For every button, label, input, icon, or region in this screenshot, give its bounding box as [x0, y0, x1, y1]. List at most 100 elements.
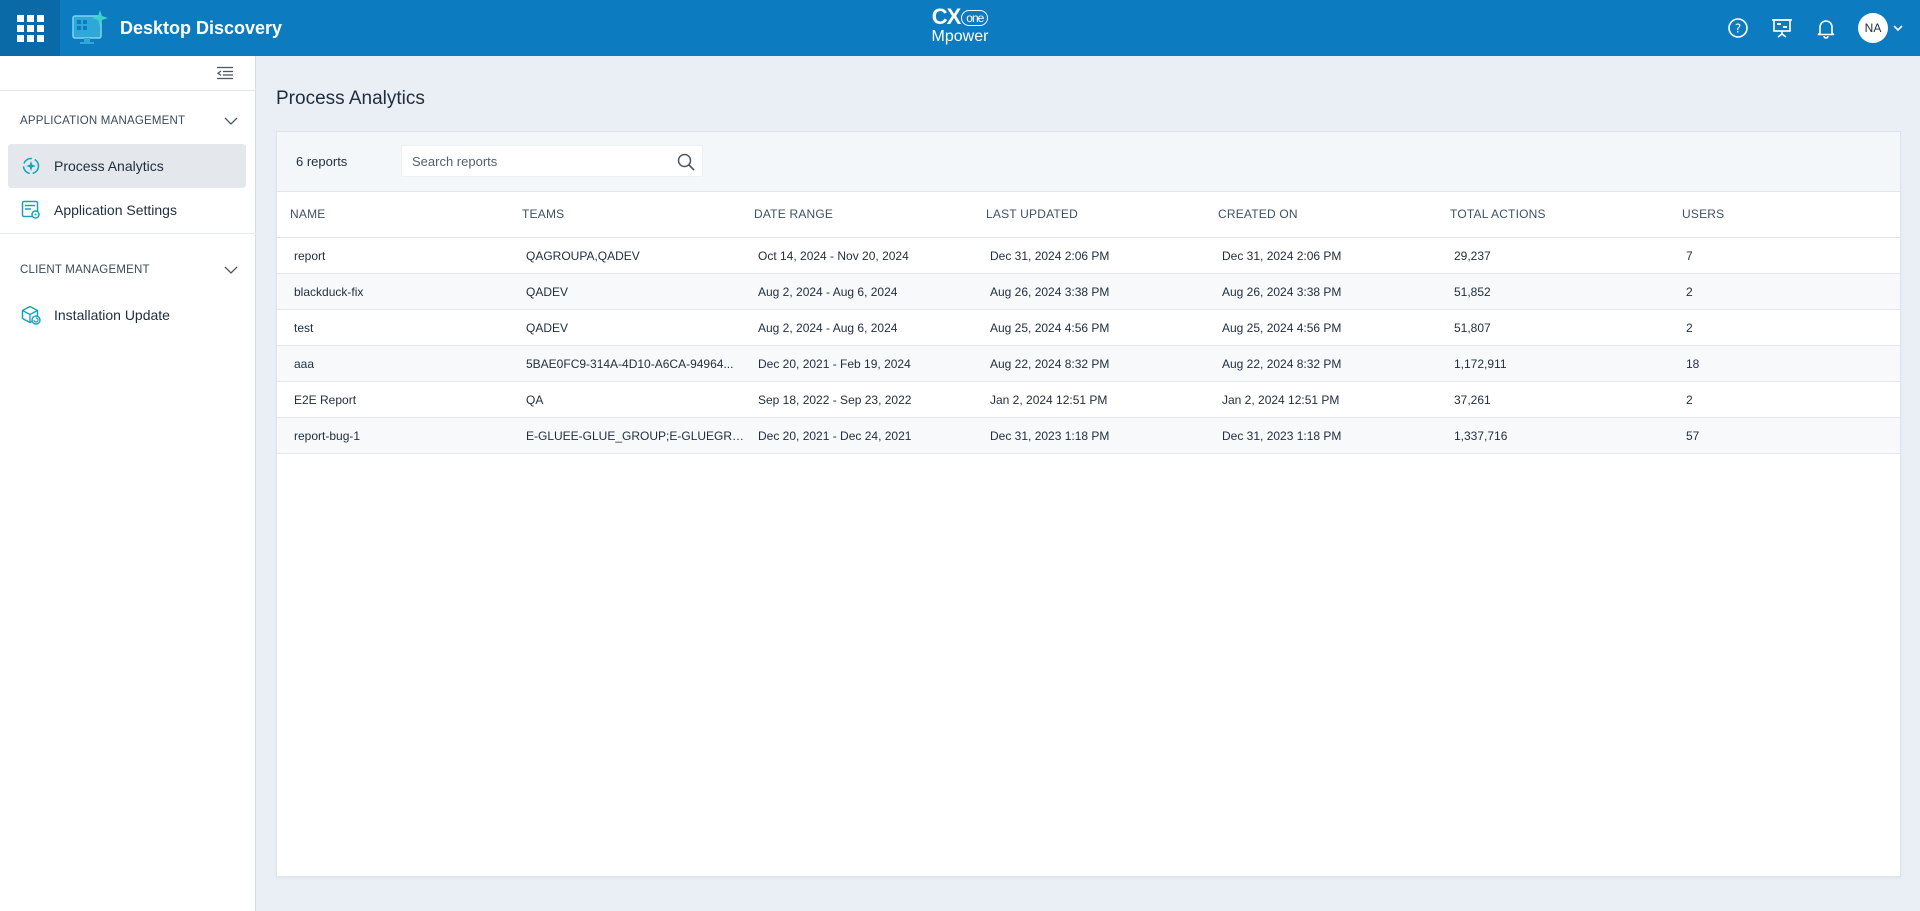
column-header-teams[interactable]: TEAMS — [522, 207, 564, 221]
presentation-button[interactable] — [1770, 16, 1794, 40]
reports-card: 6 reports NAME TEAMS DATE RANGE LAST UPD… — [276, 131, 1901, 877]
svg-text:?: ? — [1735, 22, 1741, 36]
cell-teams: QA — [526, 393, 544, 407]
sidebar: APPLICATION MANAGEMENT Process Analytics… — [0, 56, 256, 911]
app-launcher-button[interactable] — [0, 0, 60, 56]
table-row[interactable]: report-bug-1 E-GLUEE-GLUE_GROUP;E-GLUEGR… — [277, 418, 1900, 454]
column-header-name[interactable]: NAME — [290, 207, 325, 221]
cell-created-on: Aug 25, 2024 4:56 PM — [1222, 321, 1342, 335]
brand: Desktop Discovery — [70, 8, 282, 48]
cell-name: report-bug-1 — [294, 429, 361, 443]
table-row[interactable]: E2E Report QA Sep 18, 2022 - Sep 23, 202… — [277, 382, 1900, 418]
section-client-management[interactable]: CLIENT MANAGEMENT — [20, 260, 238, 280]
logo-mpower-text: Mpower — [931, 28, 989, 45]
process-analytics-icon — [20, 155, 42, 177]
column-header-date-range[interactable]: DATE RANGE — [754, 207, 833, 221]
cell-created-on: Jan 2, 2024 12:51 PM — [1222, 393, 1340, 407]
reports-toolbar: 6 reports — [277, 132, 1900, 192]
cell-date-range: Sep 18, 2022 - Sep 23, 2022 — [758, 393, 912, 407]
cell-name: report — [294, 249, 326, 263]
section-application-management[interactable]: APPLICATION MANAGEMENT — [20, 111, 238, 131]
logo-cx-text: CX — [931, 4, 962, 29]
cell-users: 7 — [1686, 249, 1693, 263]
collapse-menu-icon — [216, 66, 233, 80]
collapse-sidebar-button[interactable] — [214, 63, 236, 83]
column-header-last-updated[interactable]: LAST UPDATED — [986, 207, 1078, 221]
help-button[interactable]: ? — [1726, 16, 1750, 40]
cell-users: 2 — [1686, 285, 1693, 299]
table-row[interactable]: aaa 5BAE0FC9-314A-4D10-A6CA-94964... Dec… — [277, 346, 1900, 382]
table-body: report QAGROUPA,QADEV Oct 14, 2024 - Nov… — [277, 238, 1900, 454]
chevron-down-icon — [1893, 25, 1903, 32]
cell-date-range: Dec 20, 2021 - Feb 19, 2024 — [758, 357, 911, 371]
cell-total-actions: 29,237 — [1454, 249, 1491, 263]
cxone-mpower-logo: CX one Mpower — [923, 6, 997, 50]
cell-last-updated: Aug 25, 2024 4:56 PM — [990, 321, 1110, 335]
sidebar-item-process-analytics[interactable]: Process Analytics — [8, 144, 246, 188]
desktop-discovery-logo-icon — [72, 10, 108, 44]
cell-last-updated: Aug 22, 2024 8:32 PM — [990, 357, 1110, 371]
cell-date-range: Dec 20, 2021 - Dec 24, 2021 — [758, 429, 912, 443]
cell-users: 57 — [1686, 429, 1700, 443]
sidebar-divider — [0, 90, 256, 91]
chevron-down-icon — [224, 266, 238, 274]
search-box — [401, 145, 703, 177]
avatar: NA — [1858, 13, 1888, 43]
bell-icon — [1817, 20, 1835, 39]
cell-last-updated: Aug 26, 2024 3:38 PM — [990, 285, 1110, 299]
application-settings-icon — [20, 199, 42, 221]
sidebar-item-application-settings[interactable]: Application Settings — [8, 188, 246, 232]
section-title: APPLICATION MANAGEMENT — [20, 115, 186, 127]
cell-created-on: Aug 26, 2024 3:38 PM — [1222, 285, 1342, 299]
sidebar-item-installation-update[interactable]: Installation Update — [8, 293, 246, 337]
table-row[interactable]: test QADEV Aug 2, 2024 - Aug 6, 2024 Aug… — [277, 310, 1900, 346]
presentation-icon — [1772, 19, 1792, 38]
sidebar-item-label: Installation Update — [54, 307, 170, 323]
cell-last-updated: Dec 31, 2024 2:06 PM — [990, 249, 1110, 263]
cell-date-range: Aug 2, 2024 - Aug 6, 2024 — [758, 285, 898, 299]
cell-users: 2 — [1686, 393, 1693, 407]
cell-last-updated: Dec 31, 2023 1:18 PM — [990, 429, 1110, 443]
cell-last-updated: Jan 2, 2024 12:51 PM — [990, 393, 1108, 407]
section-title: CLIENT MANAGEMENT — [20, 264, 150, 276]
report-count: 6 reports — [296, 154, 348, 169]
grid-icon — [16, 14, 44, 42]
cell-users: 18 — [1686, 357, 1700, 371]
cell-teams: E-GLUEE-GLUE_GROUP;E-GLUEGRO... — [526, 429, 746, 443]
cell-teams: QAGROUPA,QADEV — [526, 249, 640, 263]
notifications-button[interactable] — [1814, 16, 1838, 40]
column-header-users[interactable]: USERS — [1682, 207, 1724, 221]
top-header: Desktop Discovery CX one Mpower ? NA — [0, 0, 1920, 56]
cell-total-actions: 51,807 — [1454, 321, 1491, 335]
cell-users: 2 — [1686, 321, 1693, 335]
cell-created-on: Dec 31, 2023 1:18 PM — [1222, 429, 1342, 443]
column-header-created-on[interactable]: CREATED ON — [1218, 207, 1298, 221]
table-row[interactable]: report QAGROUPA,QADEV Oct 14, 2024 - Nov… — [277, 238, 1900, 274]
user-menu-button[interactable]: NA — [1858, 13, 1904, 43]
cell-total-actions: 51,852 — [1454, 285, 1491, 299]
chevron-down-icon — [224, 117, 238, 125]
cell-name: aaa — [294, 357, 315, 371]
cell-created-on: Dec 31, 2024 2:06 PM — [1222, 249, 1342, 263]
app-title: Desktop Discovery — [120, 17, 283, 38]
sidebar-divider — [0, 233, 256, 234]
cell-total-actions: 37,261 — [1454, 393, 1491, 407]
cell-created-on: Aug 22, 2024 8:32 PM — [1222, 357, 1342, 371]
header-actions: ? NA — [1726, 0, 1904, 56]
search-icon[interactable] — [676, 152, 696, 172]
column-header-total-actions[interactable]: TOTAL ACTIONS — [1450, 207, 1546, 221]
cell-name: blackduck-fix — [294, 285, 364, 299]
cell-name: test — [294, 321, 314, 335]
cell-name: E2E Report — [294, 393, 357, 407]
cell-date-range: Aug 2, 2024 - Aug 6, 2024 — [758, 321, 898, 335]
cell-teams: QADEV — [526, 285, 569, 299]
table-row[interactable]: blackduck-fix QADEV Aug 2, 2024 - Aug 6,… — [277, 274, 1900, 310]
cell-total-actions: 1,337,716 — [1454, 429, 1508, 443]
sidebar-item-label: Application Settings — [54, 202, 177, 218]
search-input[interactable] — [402, 146, 672, 176]
sidebar-item-label: Process Analytics — [54, 158, 164, 174]
table-header: NAME TEAMS DATE RANGE LAST UPDATED CREAT… — [277, 192, 1900, 238]
page-title: Process Analytics — [276, 88, 425, 109]
cell-total-actions: 1,172,911 — [1454, 357, 1507, 371]
help-icon: ? — [1728, 18, 1748, 38]
